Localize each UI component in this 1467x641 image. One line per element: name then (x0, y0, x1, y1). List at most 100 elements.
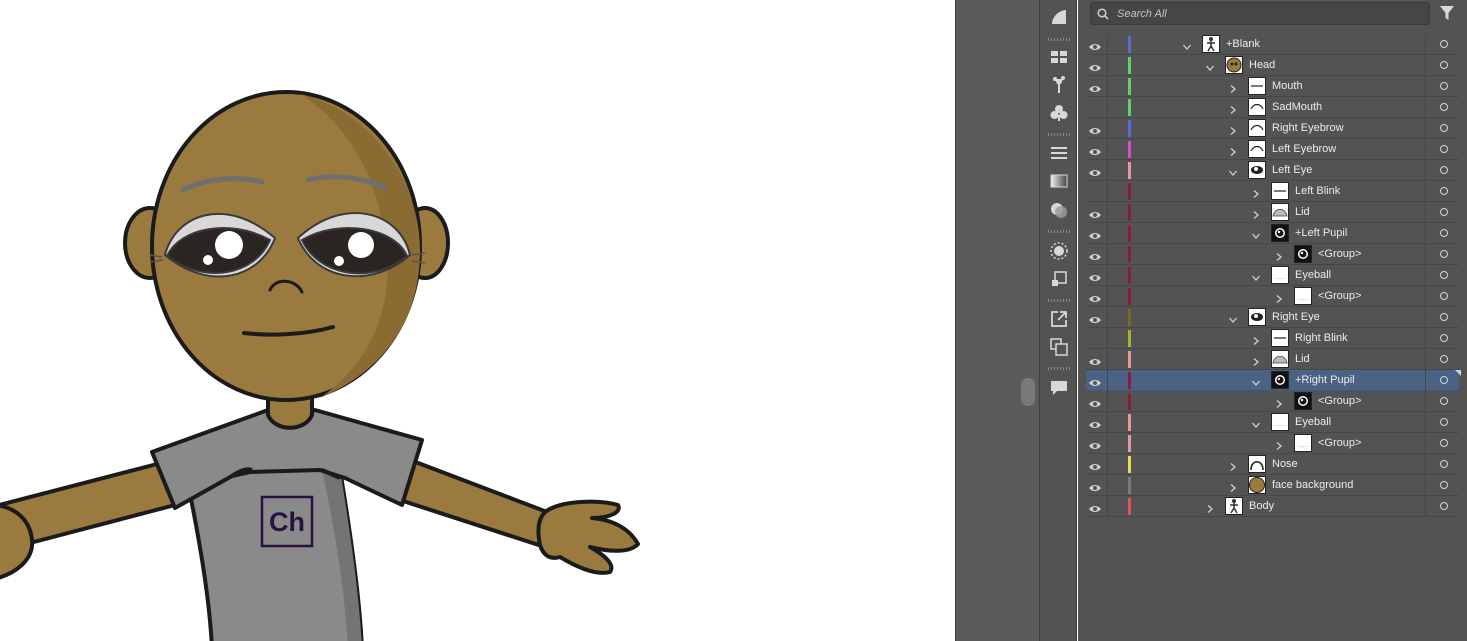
filter-icon[interactable] (1440, 5, 1454, 21)
panel-grip[interactable] (1048, 133, 1070, 136)
panel-grip[interactable] (1048, 299, 1070, 302)
transparency-icon[interactable] (1048, 199, 1070, 221)
artboards-icon[interactable] (1048, 336, 1070, 358)
visibility-eye-icon[interactable] (1088, 144, 1102, 155)
visibility-eye-icon[interactable] (1088, 60, 1102, 71)
target-circle-icon[interactable] (1425, 202, 1459, 223)
visibility-eye-icon[interactable] (1088, 123, 1102, 134)
layer-row[interactable]: <Group> (1086, 391, 1459, 412)
visibility-eye-icon[interactable] (1088, 81, 1102, 92)
layer-row[interactable]: Right Blink (1086, 328, 1459, 349)
chevron-right-icon[interactable] (1251, 186, 1261, 198)
artboard-canvas[interactable]: Ch (0, 0, 955, 641)
visibility-eye-icon[interactable] (1088, 207, 1102, 218)
layer-row[interactable]: Mouth (1086, 76, 1459, 97)
target-circle-icon[interactable] (1425, 286, 1459, 307)
chevron-right-icon[interactable] (1228, 123, 1238, 135)
visibility-eye-icon[interactable] (1088, 228, 1102, 239)
target-circle-icon[interactable] (1425, 475, 1459, 496)
layer-row[interactable]: Left Eye (1086, 160, 1459, 181)
layer-row[interactable]: Left Blink (1086, 181, 1459, 202)
brushes-icon[interactable] (1048, 74, 1070, 96)
target-circle-icon[interactable] (1425, 244, 1459, 265)
chevron-down-icon[interactable] (1251, 270, 1261, 281)
chevron-right-icon[interactable] (1274, 438, 1284, 450)
visibility-eye-icon[interactable] (1088, 291, 1102, 302)
visibility-eye-icon[interactable] (1088, 417, 1102, 428)
target-circle-icon[interactable] (1425, 118, 1459, 139)
chevron-right-icon[interactable] (1228, 144, 1238, 156)
layer-row[interactable]: face background (1086, 475, 1459, 496)
target-circle-icon[interactable] (1425, 181, 1459, 202)
target-circle-icon[interactable] (1425, 34, 1459, 55)
panel-grip[interactable] (1048, 367, 1070, 370)
chevron-right-icon[interactable] (1228, 102, 1238, 114)
asset-export-icon[interactable] (1048, 268, 1070, 290)
target-circle-icon[interactable] (1425, 454, 1459, 475)
visibility-eye-icon[interactable] (1088, 102, 1102, 112)
panel-grip[interactable] (1048, 230, 1070, 233)
chevron-right-icon[interactable] (1251, 207, 1261, 219)
target-circle-icon[interactable] (1425, 55, 1459, 76)
layer-row[interactable]: Left Eyebrow (1086, 139, 1459, 160)
visibility-eye-icon[interactable] (1088, 270, 1102, 281)
layer-row[interactable]: Nose (1086, 454, 1459, 475)
target-circle-icon[interactable] (1425, 433, 1459, 454)
target-circle-icon[interactable] (1425, 328, 1459, 349)
layer-row[interactable]: Right Eyebrow (1086, 118, 1459, 139)
align-icon[interactable] (1048, 142, 1070, 164)
layer-row[interactable]: +Blank (1086, 34, 1459, 55)
target-circle-icon[interactable] (1425, 349, 1459, 370)
layer-row[interactable]: Head (1086, 55, 1459, 76)
layer-row[interactable]: SadMouth (1086, 97, 1459, 118)
gradient-icon[interactable] (1048, 170, 1070, 192)
chevron-down-icon[interactable] (1251, 375, 1261, 386)
search-bar[interactable] (1090, 2, 1430, 25)
layer-row[interactable]: Eyeball (1086, 265, 1459, 286)
chevron-down-icon[interactable] (1228, 165, 1238, 176)
chevron-right-icon[interactable] (1274, 291, 1284, 303)
appearance-icon[interactable] (1048, 240, 1070, 262)
export-icon[interactable] (1048, 308, 1070, 330)
swatches-icon[interactable] (1048, 46, 1070, 68)
panel-grip[interactable] (1048, 38, 1070, 41)
visibility-eye-icon[interactable] (1088, 249, 1102, 260)
layer-row[interactable]: <Group> (1086, 433, 1459, 454)
chevron-right-icon[interactable] (1251, 354, 1261, 366)
character-artwork[interactable]: Ch (0, 0, 955, 641)
layer-row[interactable]: Body (1086, 496, 1459, 517)
chevron-right-icon[interactable] (1228, 81, 1238, 93)
chevron-down-icon[interactable] (1182, 39, 1192, 50)
vertical-scrollbar-thumb[interactable] (1021, 378, 1035, 406)
layer-row[interactable]: +Left Pupil (1086, 223, 1459, 244)
chevron-right-icon[interactable] (1228, 480, 1238, 492)
visibility-eye-icon[interactable] (1088, 459, 1102, 470)
target-circle-icon[interactable] (1425, 76, 1459, 97)
chevron-right-icon[interactable] (1251, 333, 1261, 345)
search-input[interactable] (1117, 5, 1417, 23)
visibility-eye-icon[interactable] (1088, 354, 1102, 365)
target-circle-icon[interactable] (1425, 97, 1459, 118)
target-circle-icon[interactable] (1425, 160, 1459, 181)
layer-row[interactable]: Lid (1086, 349, 1459, 370)
visibility-eye-icon[interactable] (1088, 333, 1102, 343)
chevron-down-icon[interactable] (1251, 228, 1261, 239)
chevron-right-icon[interactable] (1274, 249, 1284, 261)
comments-icon[interactable] (1048, 377, 1070, 399)
visibility-eye-icon[interactable] (1088, 438, 1102, 449)
target-circle-icon[interactable] (1425, 370, 1459, 391)
chevron-right-icon[interactable] (1274, 396, 1284, 408)
visibility-eye-icon[interactable] (1088, 396, 1102, 407)
layer-row[interactable]: Lid (1086, 202, 1459, 223)
target-circle-icon[interactable] (1425, 391, 1459, 412)
symbols-icon[interactable] (1048, 102, 1070, 124)
layer-row[interactable]: +Right Pupil (1086, 370, 1461, 391)
layer-row[interactable]: <Group> (1086, 286, 1459, 307)
chevron-down-icon[interactable] (1228, 312, 1238, 323)
visibility-eye-icon[interactable] (1088, 375, 1102, 386)
target-circle-icon[interactable] (1425, 265, 1459, 286)
chevron-right-icon[interactable] (1205, 501, 1215, 513)
layer-row[interactable]: Right Eye (1086, 307, 1459, 328)
chevron-down-icon[interactable] (1251, 417, 1261, 428)
visibility-eye-icon[interactable] (1088, 165, 1102, 176)
